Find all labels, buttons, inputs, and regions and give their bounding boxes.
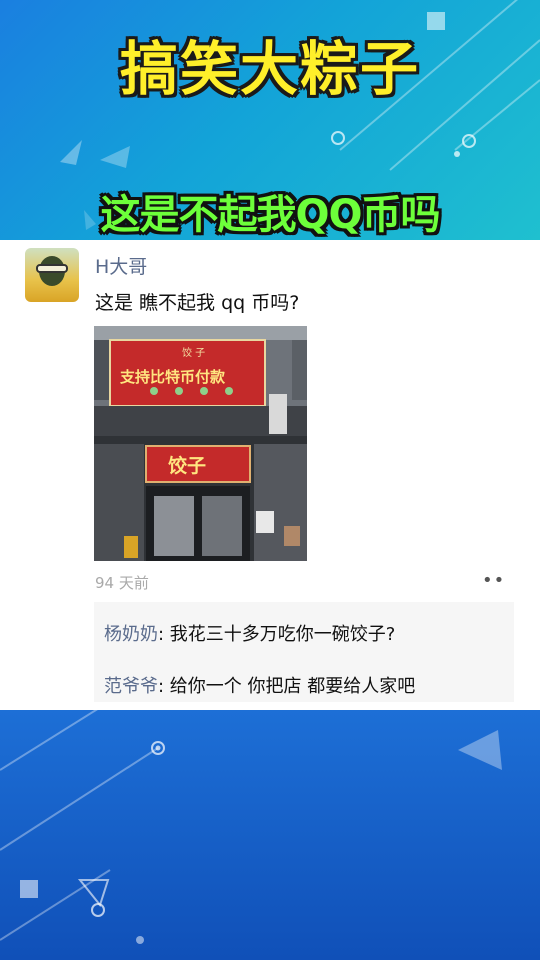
avatar[interactable] (25, 248, 79, 302)
post-photo[interactable]: 饺 子 支持比特币付款 饺子 (94, 326, 307, 561)
post-text: 这是 瞧不起我 qq 币吗? (95, 292, 300, 314)
bottom-decoration (0, 710, 502, 944)
sign-top-main: 支持比特币付款 (119, 368, 226, 386)
comment-author[interactable]: 杨奶奶 (104, 624, 158, 645)
top-banner: 搞笑大粽子 这是不起我QQ币吗 (0, 0, 540, 240)
sign-top-small: 饺 子 (182, 346, 205, 359)
comment-item: 范爷爷: 给你一个 你把店 都要给人家吧 (104, 672, 415, 698)
comment-author[interactable]: 范爷爷 (104, 676, 158, 697)
post-timestamp: 94 天前 (95, 574, 149, 592)
comments-section: 杨奶奶: 我花三十多万吃你一碗饺子? 范爷爷: 给你一个 你把店 都要给人家吧 (94, 602, 514, 702)
banner-title: 搞笑大粽子 (119, 35, 420, 103)
more-dots-icon[interactable]: •• (482, 570, 505, 591)
banner-subtitle: 这是不起我QQ币吗 (100, 192, 440, 238)
bottom-banner (0, 710, 540, 960)
post-username[interactable]: H大哥 (95, 252, 147, 279)
avatar-glasses (36, 264, 68, 273)
comment-text: : 给你一个 你把店 都要给人家吧 (158, 676, 416, 697)
sign-bottom: 饺子 (168, 454, 206, 477)
dumpling-shop-photo: 饺 子 支持比特币付款 饺子 (94, 326, 307, 561)
comment-item: 杨奶奶: 我花三十多万吃你一碗饺子? (104, 620, 395, 646)
post-card: H大哥 这是 瞧不起我 qq 币吗? 饺 子 支持比特币付款 饺子 94 天前 … (0, 240, 540, 710)
comment-text: : 我花三十多万吃你一碗饺子? (158, 624, 396, 645)
